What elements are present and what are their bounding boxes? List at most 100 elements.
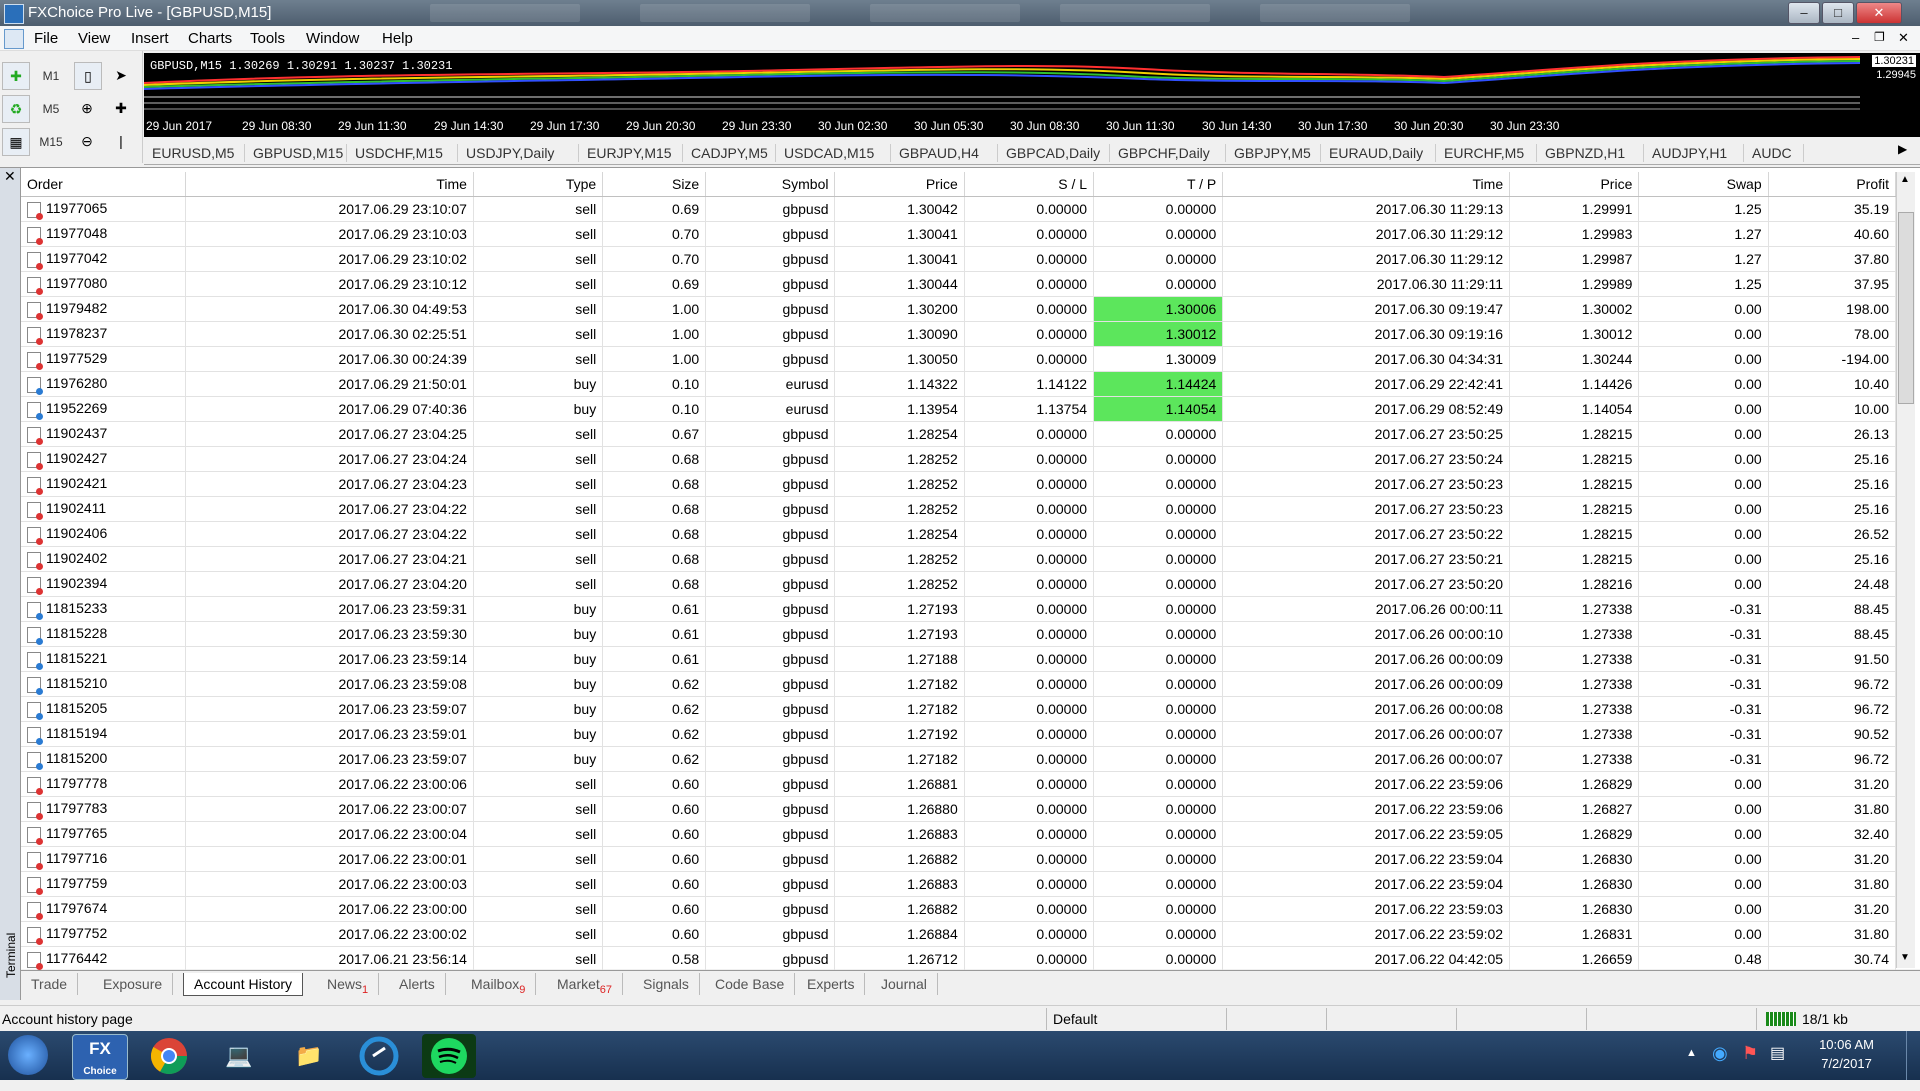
scroll-up-icon[interactable]: ▲ bbox=[1900, 174, 1910, 185]
symbol-tab[interactable]: USDCAD,M15 bbox=[776, 144, 891, 162]
chrome-icon[interactable] bbox=[142, 1034, 196, 1078]
symbol-tab[interactable]: EURAUD,Daily bbox=[1321, 144, 1436, 162]
show-desktop-button[interactable] bbox=[1906, 1031, 1920, 1080]
table-row[interactable]: 11902406 2017.06.27 23:04:22 sell 0.68 gbpus… bbox=[21, 521, 1897, 547]
symbol-tab[interactable]: GBPJPY,M5 bbox=[1226, 144, 1321, 162]
column-header[interactable]: Profit bbox=[1768, 172, 1897, 197]
table-row[interactable]: 11815221 2017.06.23 23:59:14 buy 0.61 gbpusd… bbox=[21, 646, 1897, 672]
tray-flag-icon[interactable]: ⚑ bbox=[1742, 1043, 1758, 1064]
column-header[interactable]: Price bbox=[1509, 172, 1640, 197]
ccleaner-icon[interactable] bbox=[352, 1034, 406, 1078]
menu-help[interactable]: Help bbox=[382, 30, 413, 47]
terminal-tab[interactable]: News1 bbox=[317, 973, 380, 996]
column-header[interactable]: Symbol bbox=[705, 172, 836, 197]
table-row[interactable]: 11797674 2017.06.22 23:00:00 sell 0.60 gbpus… bbox=[21, 896, 1897, 922]
terminal-tab[interactable]: Trade bbox=[21, 973, 79, 995]
bar-chart-icon[interactable]: ▯ bbox=[74, 62, 102, 90]
table-row[interactable]: 11977529 2017.06.30 00:24:39 sell 1.00 gbpus… bbox=[21, 346, 1897, 372]
terminal-tab[interactable]: Alerts bbox=[389, 973, 446, 995]
menu-view[interactable]: View bbox=[78, 30, 110, 47]
maximize-button[interactable]: □ bbox=[1822, 2, 1854, 24]
terminal-app-icon[interactable]: 💻 bbox=[212, 1034, 266, 1078]
table-row[interactable]: 11902427 2017.06.27 23:04:24 sell 0.68 gbpus… bbox=[21, 446, 1897, 472]
vertical-line-icon[interactable]: | bbox=[108, 128, 134, 154]
symbol-tab[interactable]: EURCHF,M5 bbox=[1436, 144, 1537, 162]
symbol-tab[interactable]: AUDJPY,H1 bbox=[1644, 144, 1744, 162]
tray-app-icon[interactable]: ◉ bbox=[1712, 1043, 1728, 1064]
symbol-tab[interactable]: CADJPY,M5 bbox=[683, 144, 776, 162]
table-row[interactable]: 11797778 2017.06.22 23:00:06 sell 0.60 gbpus… bbox=[21, 771, 1897, 797]
table-row[interactable]: 11952269 2017.06.29 07:40:36 buy 0.10 eurusd… bbox=[21, 396, 1897, 422]
symbol-tab[interactable]: AUDC bbox=[1744, 144, 1804, 162]
tray-network-icon[interactable]: ▤ bbox=[1770, 1043, 1785, 1063]
terminal-tab[interactable]: Exposure bbox=[93, 973, 174, 995]
terminal-icon[interactable]: ▦ bbox=[2, 128, 30, 156]
scrollbar-thumb[interactable] bbox=[1898, 212, 1914, 404]
menu-insert[interactable]: Insert bbox=[131, 30, 169, 47]
menu-tools[interactable]: Tools bbox=[250, 30, 285, 47]
table-row[interactable]: 11815200 2017.06.23 23:59:07 buy 0.62 gbpusd… bbox=[21, 746, 1897, 772]
symbol-tab[interactable]: USDJPY,Daily bbox=[458, 144, 579, 162]
menu-file[interactable]: File bbox=[34, 30, 58, 47]
menu-charts[interactable]: Charts bbox=[188, 30, 232, 47]
table-row[interactable]: 11797783 2017.06.22 23:00:07 sell 0.60 gbpus… bbox=[21, 796, 1897, 822]
fxchoice-app-icon[interactable]: FX Choice bbox=[72, 1034, 128, 1080]
terminal-close-icon[interactable]: ✕ bbox=[4, 168, 16, 185]
table-row[interactable]: 11902421 2017.06.27 23:04:23 sell 0.68 gbpus… bbox=[21, 471, 1897, 497]
terminal-tab[interactable]: Journal bbox=[871, 973, 938, 995]
table-row[interactable]: 11977080 2017.06.29 23:10:12 sell 0.69 gbpus… bbox=[21, 271, 1897, 297]
timeframe-m5[interactable]: M5 bbox=[36, 97, 66, 121]
column-header[interactable]: Type bbox=[473, 172, 604, 197]
symbol-tab[interactable]: USDCHF,M15 bbox=[347, 144, 458, 162]
navigator-icon[interactable]: ♻ bbox=[2, 95, 30, 123]
symbol-tab[interactable]: GBPCHF,Daily bbox=[1110, 144, 1226, 162]
column-header[interactable]: Time bbox=[185, 172, 474, 197]
table-row[interactable]: 11797716 2017.06.22 23:00:01 sell 0.60 gbpus… bbox=[21, 846, 1897, 872]
new-order-icon[interactable]: ✚ bbox=[2, 62, 30, 90]
table-row[interactable]: 11815205 2017.06.23 23:59:07 buy 0.62 gbpusd… bbox=[21, 696, 1897, 722]
table-row[interactable]: 11776442 2017.06.21 23:56:14 sell 0.58 gbpus… bbox=[21, 946, 1897, 972]
taskbar-clock[interactable]: 10:06 AM 7/2/2017 bbox=[1819, 1037, 1874, 1071]
table-row[interactable]: 11797759 2017.06.22 23:00:03 sell 0.60 gbpus… bbox=[21, 871, 1897, 897]
terminal-tab[interactable]: Market67 bbox=[547, 973, 624, 996]
tray-expand-icon[interactable]: ▲ bbox=[1686, 1047, 1697, 1059]
scroll-down-icon[interactable]: ▼ bbox=[1900, 952, 1910, 963]
symbol-tab[interactable]: GBPUSD,M15 bbox=[245, 144, 347, 162]
terminal-tab[interactable]: Code Base bbox=[705, 973, 796, 995]
table-row[interactable]: 11815228 2017.06.23 23:59:30 buy 0.61 gbpusd… bbox=[21, 621, 1897, 647]
tabs-scroll-right-icon[interactable]: ▶ bbox=[1898, 142, 1907, 156]
mdi-close-icon[interactable]: ✕ bbox=[1898, 30, 1909, 46]
spotify-icon[interactable] bbox=[422, 1034, 476, 1078]
table-row[interactable]: 11797765 2017.06.22 23:00:04 sell 0.60 gbpus… bbox=[21, 821, 1897, 847]
column-header[interactable]: Order bbox=[21, 172, 187, 197]
file-explorer-icon[interactable]: 📁 bbox=[282, 1034, 336, 1078]
column-header[interactable]: Swap bbox=[1638, 172, 1769, 197]
symbol-tab[interactable]: EURJPY,M15 bbox=[579, 144, 683, 162]
table-row[interactable]: 11902411 2017.06.27 23:04:22 sell 0.68 gbpus… bbox=[21, 496, 1897, 522]
column-header[interactable]: S / L bbox=[964, 172, 1095, 197]
table-row[interactable]: 11902402 2017.06.27 23:04:21 sell 0.68 gbpus… bbox=[21, 546, 1897, 572]
symbol-tab[interactable]: GBPCAD,Daily bbox=[998, 144, 1110, 162]
table-row[interactable]: 11902394 2017.06.27 23:04:20 sell 0.68 gbpus… bbox=[21, 571, 1897, 597]
table-row[interactable]: 11978237 2017.06.30 02:25:51 sell 1.00 gbpus… bbox=[21, 321, 1897, 347]
terminal-tab[interactable]: Mailbox9 bbox=[461, 973, 537, 996]
symbol-tab[interactable]: GBPNZD,H1 bbox=[1537, 144, 1644, 162]
mdi-minimize-icon[interactable]: – bbox=[1852, 30, 1859, 45]
table-row[interactable]: 11815194 2017.06.23 23:59:01 buy 0.62 gbpusd… bbox=[21, 721, 1897, 747]
table-row[interactable]: 11815233 2017.06.23 23:59:31 buy 0.61 gbpusd… bbox=[21, 596, 1897, 622]
column-header[interactable]: Price bbox=[834, 172, 965, 197]
table-row[interactable]: 11902437 2017.06.27 23:04:25 sell 0.67 gbpus… bbox=[21, 421, 1897, 447]
terminal-tab[interactable]: Account History bbox=[183, 973, 304, 996]
table-row[interactable]: 11977048 2017.06.29 23:10:03 sell 0.70 gbpus… bbox=[21, 221, 1897, 247]
column-header[interactable]: T / P bbox=[1093, 172, 1224, 197]
close-button[interactable]: ✕ bbox=[1856, 2, 1902, 24]
terminal-tab[interactable]: Signals bbox=[633, 973, 700, 995]
table-row[interactable]: 11976280 2017.06.29 21:50:01 buy 0.10 eurusd… bbox=[21, 371, 1897, 397]
minimize-button[interactable]: – bbox=[1788, 2, 1820, 24]
column-header[interactable]: Size bbox=[602, 172, 707, 197]
timeframe-m15[interactable]: M15 bbox=[36, 130, 66, 154]
menu-window[interactable]: Window bbox=[306, 30, 359, 47]
cursor-icon[interactable]: ➤ bbox=[108, 62, 134, 88]
app-icon[interactable] bbox=[4, 4, 24, 24]
start-button-icon[interactable] bbox=[8, 1035, 48, 1075]
